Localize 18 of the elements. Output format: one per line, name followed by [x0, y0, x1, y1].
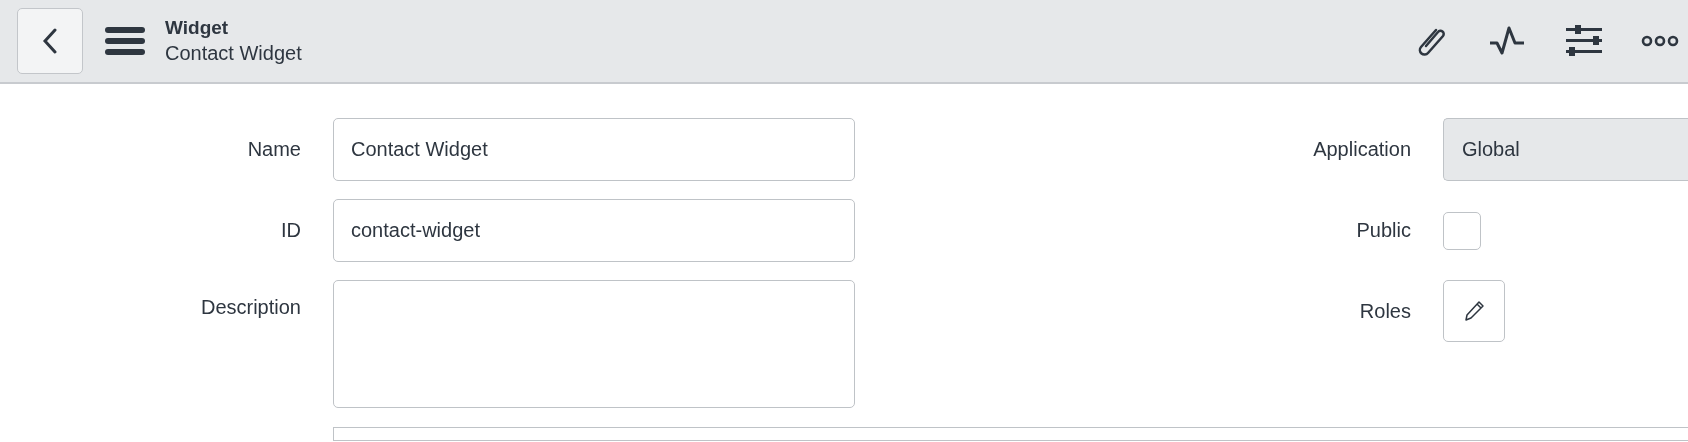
field-label: Description [199, 296, 301, 319]
back-button[interactable] [17, 8, 83, 74]
read-only-field: Global [1443, 118, 1688, 181]
field-label: Name [246, 138, 301, 161]
field-label: Application [1312, 138, 1411, 161]
record-name-subtitle: Contact Widget [165, 41, 302, 66]
field-label: Roles [1358, 299, 1411, 323]
edit-button[interactable] [1443, 280, 1505, 342]
description-field[interactable] [333, 280, 855, 408]
chevron-left-icon [41, 28, 59, 54]
menu-icon[interactable] [105, 26, 145, 56]
record-type-title: Widget [165, 16, 230, 40]
text-field[interactable]: contact-widget [333, 199, 855, 262]
pencil-icon [1463, 300, 1485, 322]
field-label: Public [1355, 219, 1411, 242]
text-field[interactable]: Contact Widget [333, 118, 855, 181]
checkbox[interactable] [1443, 211, 1481, 250]
field-label: ID [280, 219, 301, 242]
